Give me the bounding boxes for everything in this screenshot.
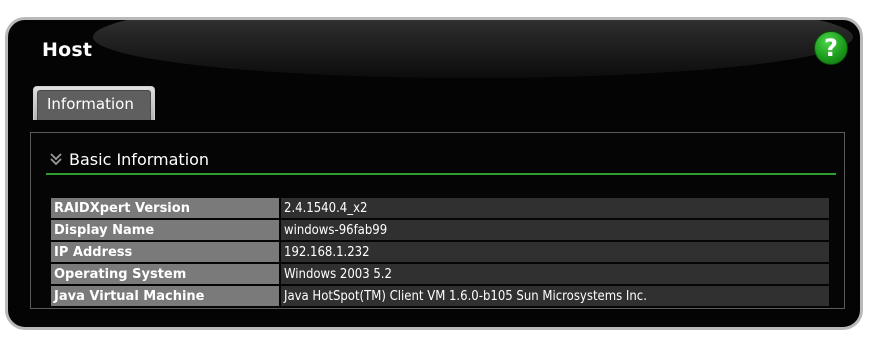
host-panel: Host ? Information Basic Information RAI… [5,17,863,330]
row-value: 2.4.1540.4_x2 [279,196,831,220]
row-label: RAIDXpert Version [49,196,281,220]
table-row: Display Name windows-96fab99 [49,218,831,242]
double-chevron-down-icon [50,153,62,166]
page-title: Host [42,39,93,61]
panel-header-sheen [93,20,853,78]
row-value: 192.168.1.232 [279,240,831,264]
help-button[interactable]: ? [814,31,848,65]
section-basic-information-header[interactable]: Basic Information [46,147,836,175]
question-mark-icon: ? [824,34,838,62]
row-label: Display Name [49,218,281,242]
row-label: Operating System [49,262,281,286]
row-value: windows-96fab99 [279,218,831,242]
basic-information-table: RAIDXpert Version 2.4.1540.4_x2 Display … [49,196,831,308]
tab-information-label: Information [37,90,151,120]
row-label: IP Address [49,240,281,264]
section-title: Basic Information [69,150,210,169]
row-value: Windows 2003 5.2 [279,262,831,286]
table-row: IP Address 192.168.1.232 [49,240,831,264]
row-label: Java Virtual Machine [49,284,281,308]
table-row: Operating System Windows 2003 5.2 [49,262,831,286]
tab-information[interactable]: Information [33,86,155,120]
table-row: RAIDXpert Version 2.4.1540.4_x2 [49,196,831,220]
table-row: Java Virtual Machine Java HotSpot(TM) Cl… [49,284,831,308]
information-content: Basic Information RAIDXpert Version 2.4.… [30,132,845,309]
row-value: Java HotSpot(TM) Client VM 1.6.0-b105 Su… [279,284,831,308]
